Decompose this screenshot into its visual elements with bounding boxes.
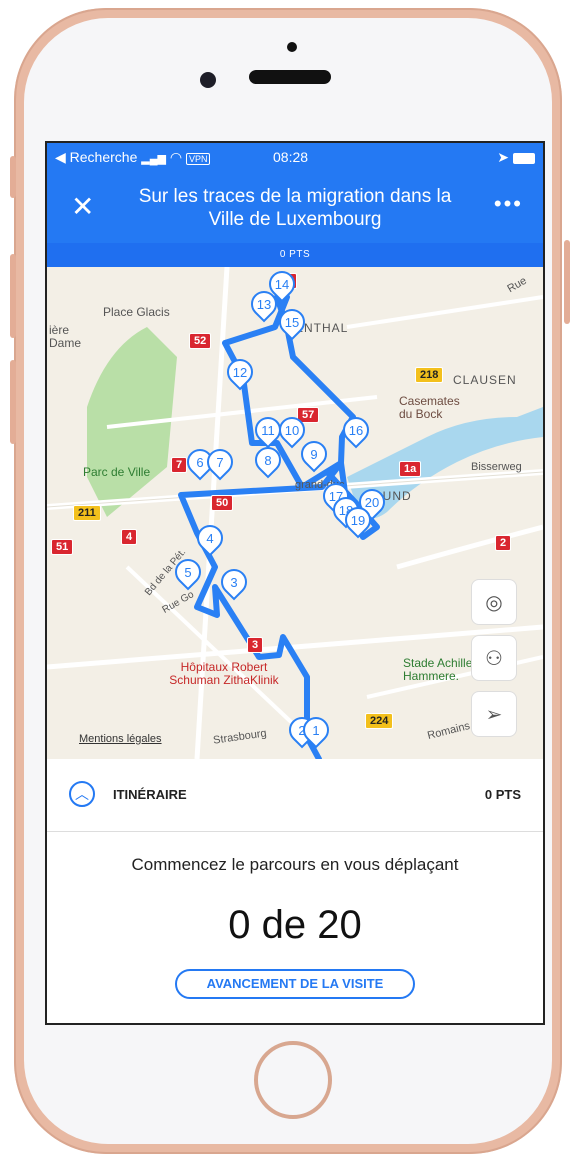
back-to-search[interactable]: ◀ Recherche ▂▄▆ ◠ VPN [55,149,211,166]
wifi-icon: ◠ [169,149,183,165]
navigation-arrow-icon: ➢ [485,703,503,726]
map-label-dame: Dame [49,336,82,350]
status-icons: ➤ [497,149,535,166]
map-label-clausen: CLAUSEN [453,373,517,387]
road-badge-51-left: 51 [51,539,74,555]
front-camera [200,72,216,88]
map-canvas [47,267,543,759]
itinerary-row[interactable]: ︿ ITINÉRAIRE 0 PTS [47,759,543,832]
road-badge-218: 218 [415,367,444,383]
road-badge-224: 224 [365,713,394,729]
visit-progress-button[interactable]: AVANCEMENT DE LA VISITE [175,969,415,999]
road-badge-7: 7 [171,457,188,473]
map-label-parc-de-ville: Parc de Ville [83,465,151,479]
map-label-iere: ière [49,323,70,337]
signal-icon: ▂▄▆ [141,153,166,165]
road-badge-211: 211 [73,505,101,521]
locate-button[interactable]: ➢ [471,691,517,737]
compass-icon: ◎ [485,591,503,614]
map-label-hopitaux: Hôpitaux Robert Schuman ZithaKlinik [169,660,279,687]
earpiece-speaker [249,70,331,84]
volume-down-button [10,360,16,444]
battery-icon [513,152,535,164]
status-time: 08:28 [273,149,309,165]
status-bar: ◀ Recherche ▂▄▆ ◠ VPN 08:28 ➤ [47,143,543,171]
progress-message: Commencez le parcours en vous déplaçant [131,855,459,874]
app-header: ✕ Sur les traces de la migration dans la… [47,171,543,243]
page-title: Sur les traces de la migration dans la V… [138,186,452,230]
map-view[interactable]: Place Glacis ière Dame Parc de Ville CLA… [47,267,543,759]
map-label-place-glacis: Place Glacis [103,305,170,319]
legal-notice-link[interactable]: Mentions légales [79,733,162,745]
itinerary-label: ITINÉRAIRE [113,787,187,802]
points-bar: 0 PTS [47,243,543,267]
chevron-up-icon[interactable]: ︿ [69,781,95,807]
map-background [47,267,543,759]
volume-up-button [10,254,16,338]
road-badge-3: 3 [247,637,264,653]
mute-switch [10,156,16,198]
road-badge-2: 2 [495,535,512,551]
road-badge-1a: 1a [399,461,422,477]
progress-count: 0 de 20 [228,903,362,947]
road-badge-50: 50 [211,495,234,511]
home-button[interactable] [254,1041,332,1119]
compass-button[interactable]: ◎ [471,579,517,625]
map-label-casemates: Casemates du Bock [399,394,460,421]
location-arrow-icon: ➤ [497,149,509,165]
itinerary-points: 0 PTS [484,787,521,802]
binoculars-icon: ⚇ [485,647,503,670]
vpn-badge: VPN [185,153,211,165]
road-badge-52: 52 [189,333,212,349]
app-screen: ◀ Recherche ▂▄▆ ◠ VPN 08:28 ➤ ✕ Sur les … [45,141,545,1025]
close-button[interactable]: ✕ [71,193,94,221]
map-label-bisserweg: Bisserweg [471,461,522,473]
proximity-sensor [287,42,297,52]
power-button [564,240,570,324]
more-options-button[interactable]: ••• [494,193,523,215]
road-badge-4: 4 [121,529,138,545]
map-label-stade: Stade Achille Hammere. [403,656,473,683]
binoculars-button[interactable]: ⚇ [471,635,517,681]
